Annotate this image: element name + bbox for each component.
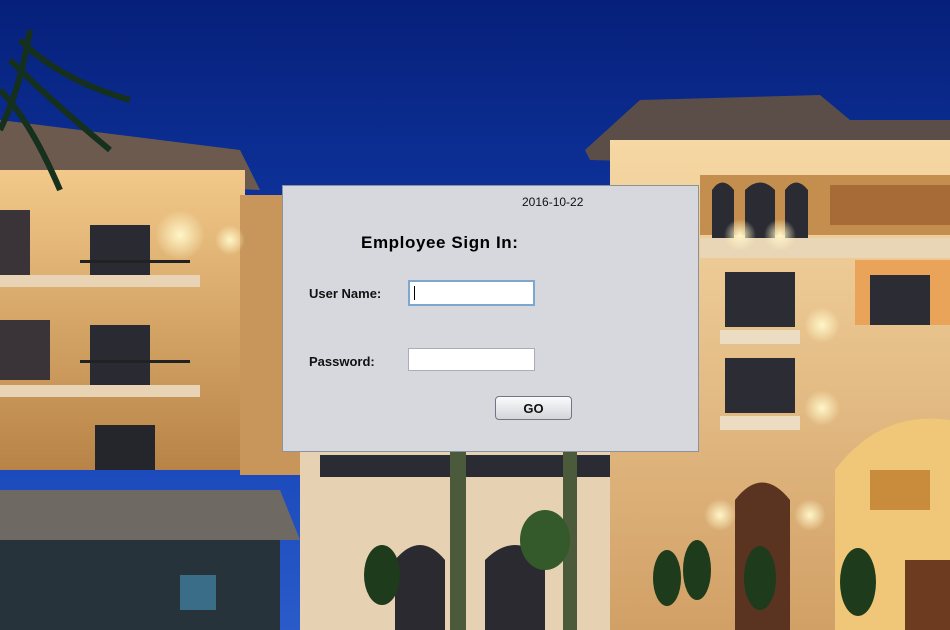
password-label: Password: (309, 354, 375, 369)
username-label: User Name: (309, 286, 382, 301)
username-input[interactable] (408, 280, 535, 306)
date-display: 2016-10-22 (522, 195, 584, 209)
sign-in-panel: 2016-10-22 Employee Sign In: User Name: … (282, 185, 699, 452)
password-input[interactable] (408, 348, 535, 371)
go-button[interactable]: GO (495, 396, 572, 420)
sign-in-title: Employee Sign In: (361, 233, 519, 252)
text-cursor (414, 286, 415, 300)
